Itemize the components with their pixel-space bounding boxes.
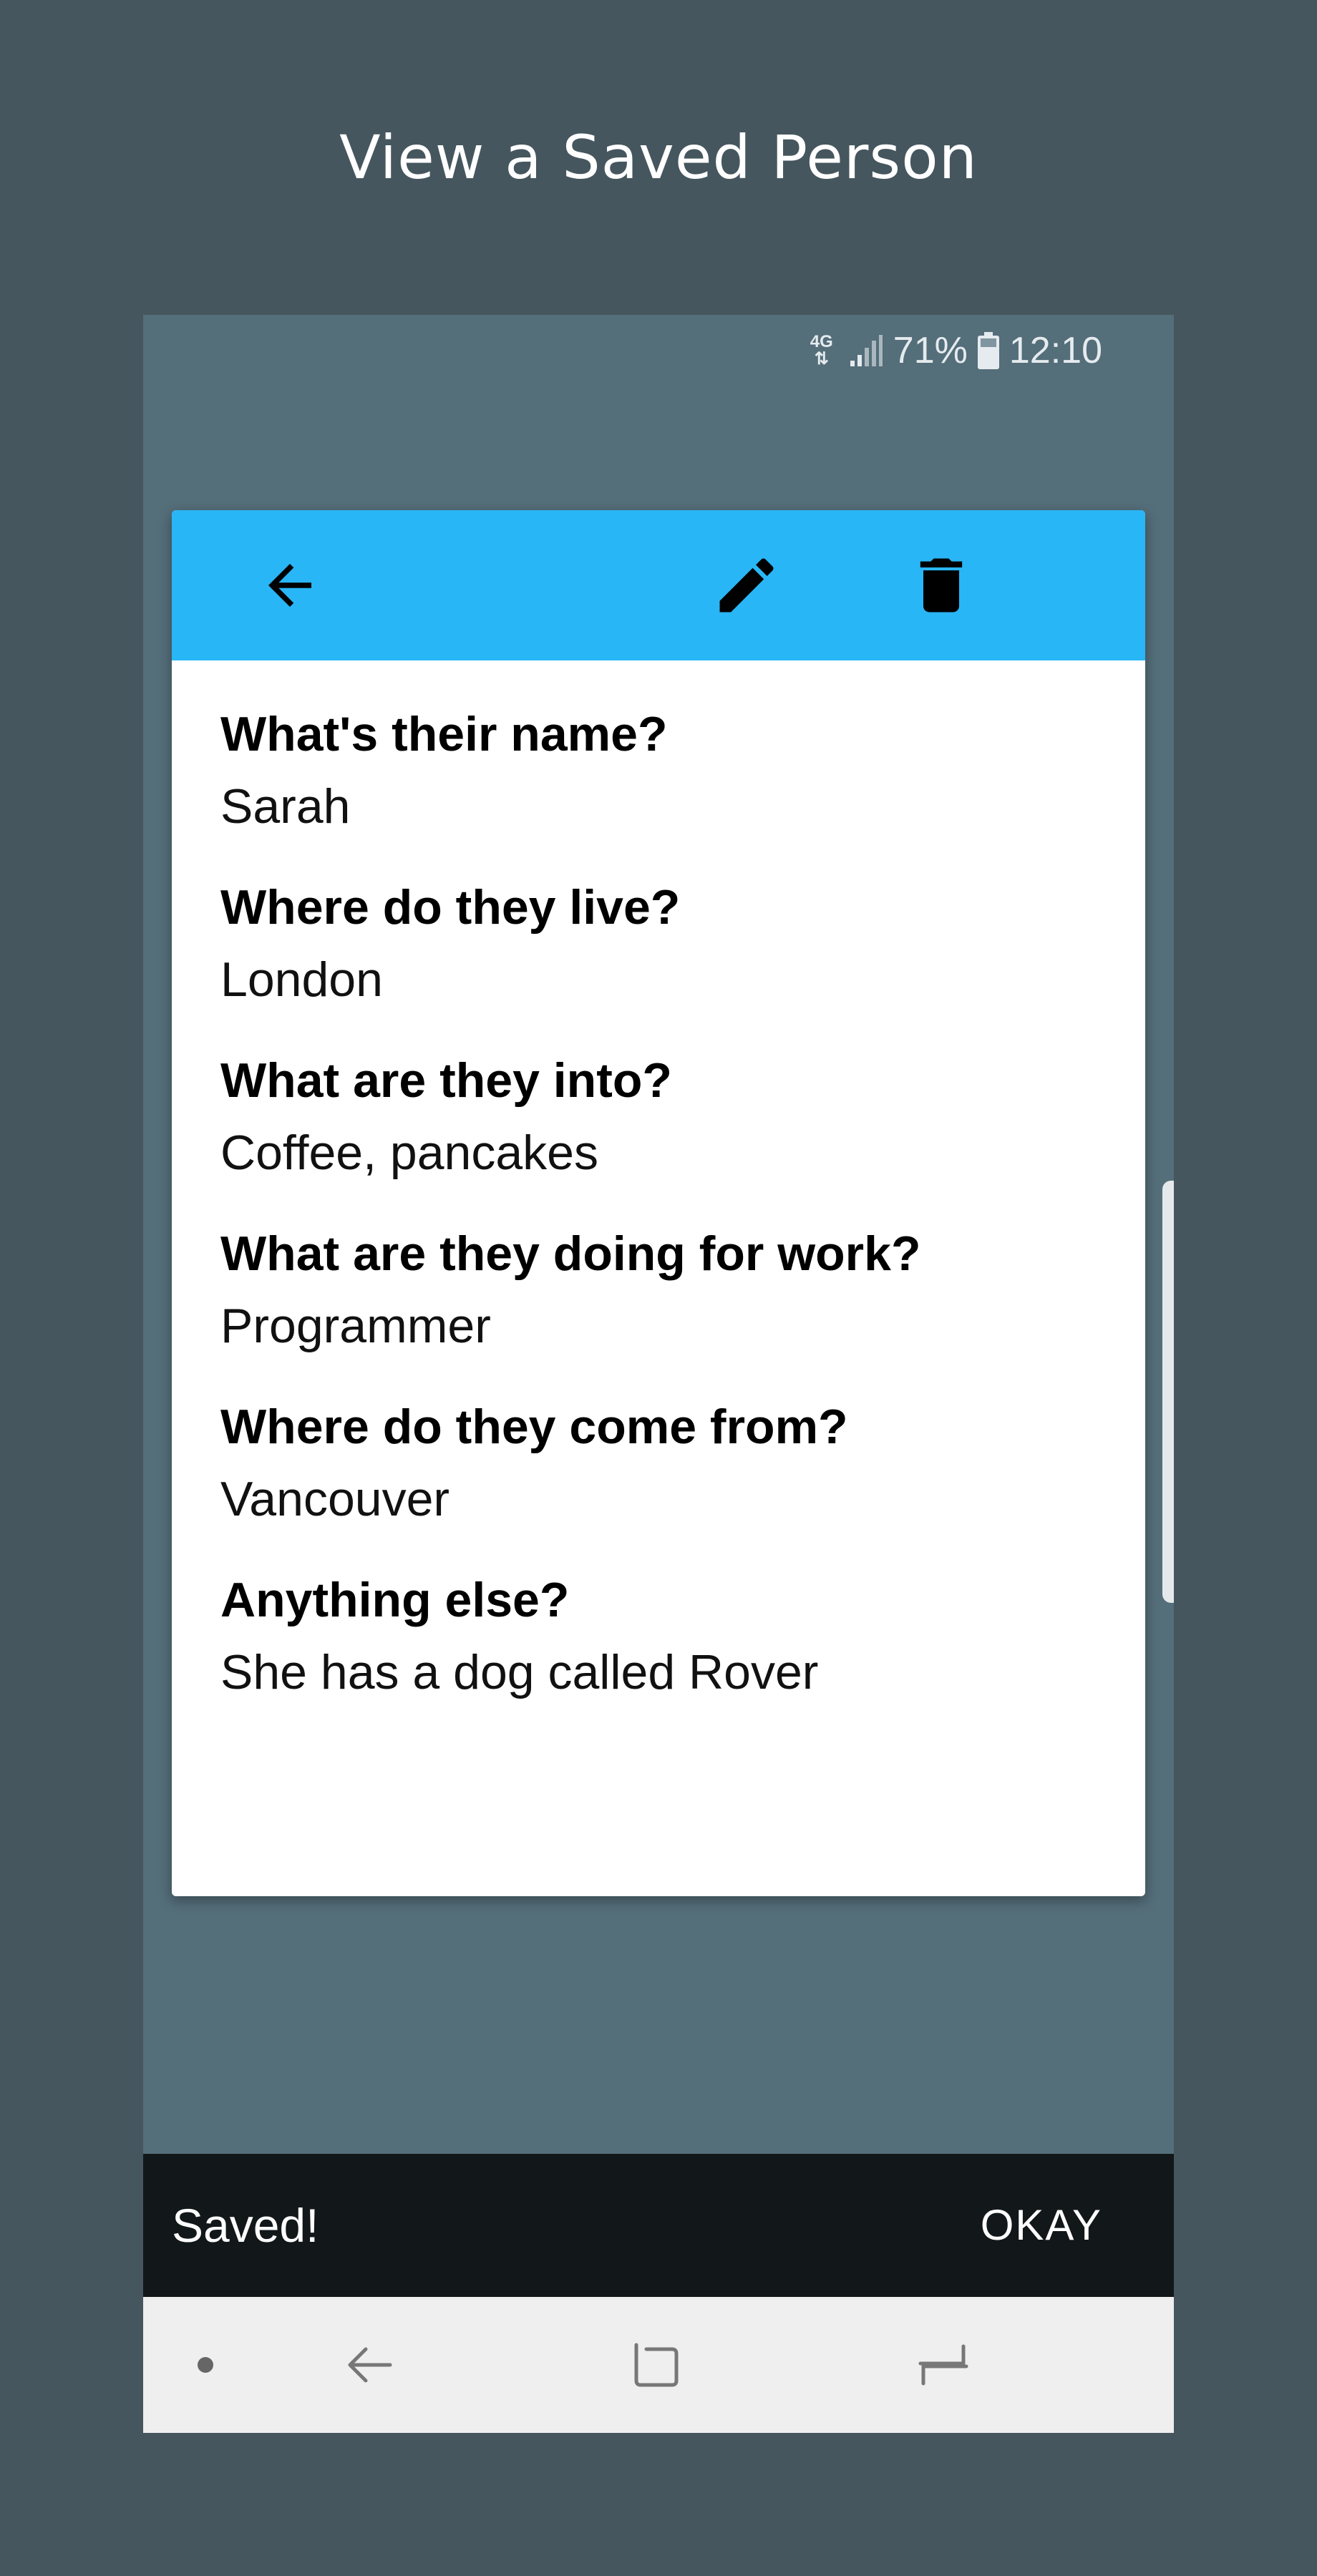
detail-work: What are they doing for work? Programmer bbox=[220, 1221, 1101, 1366]
snackbar-okay-button[interactable]: OKAY bbox=[981, 2154, 1102, 2297]
system-nav-bar bbox=[143, 2297, 1174, 2433]
nav-dot-button[interactable] bbox=[162, 2322, 248, 2408]
question-label: Anything else? bbox=[220, 1573, 570, 1627]
network-type-label: 4G bbox=[810, 332, 833, 351]
delete-trash-icon bbox=[920, 558, 963, 613]
question-label: Where do they live? bbox=[220, 880, 681, 935]
detail-interests: What are they into? Coffee, pancakes bbox=[220, 1048, 1101, 1193]
answer-value: Coffee, pancakes bbox=[220, 1126, 598, 1180]
back-button[interactable] bbox=[247, 542, 333, 628]
dot-icon bbox=[198, 2357, 213, 2373]
data-arrows-icon: ⇅ bbox=[814, 349, 829, 369]
answer-value: Programmer bbox=[220, 1299, 491, 1353]
answer-value: She has a dog called Rover bbox=[220, 1645, 819, 1699]
question-label: Where do they come from? bbox=[220, 1400, 848, 1454]
signal-strength-icon bbox=[850, 335, 883, 366]
battery-percent: 71% bbox=[893, 330, 968, 371]
card-toolbar bbox=[172, 510, 1145, 660]
question-label: What are they into? bbox=[220, 1053, 672, 1108]
phone-screen: 4G ⇅ 71% 12:10 What's their name? Sarah … bbox=[143, 315, 1174, 2433]
snackbar-message: Saved! bbox=[172, 2199, 319, 2252]
clock: 12:10 bbox=[1009, 330, 1102, 371]
detail-origin: Where do they come from? Vancouver bbox=[220, 1395, 1101, 1539]
question-label: What are they doing for work? bbox=[220, 1226, 921, 1281]
network-type-icon: 4G ⇅ bbox=[810, 333, 833, 368]
recents-icon bbox=[918, 2344, 968, 2386]
person-card: What's their name? Sarah Where do they l… bbox=[172, 510, 1145, 1896]
detail-residence: Where do they live? London bbox=[220, 875, 1101, 1020]
nav-back-button[interactable] bbox=[326, 2322, 412, 2408]
snackbar: Saved! OKAY bbox=[143, 2154, 1174, 2297]
edit-button[interactable] bbox=[704, 542, 789, 628]
detail-name: What's their name? Sarah bbox=[220, 702, 1101, 847]
status-indicators: 4G ⇅ 71% 12:10 bbox=[810, 329, 1102, 372]
person-details: What's their name? Sarah Where do they l… bbox=[220, 702, 1101, 1741]
nav-recents-button[interactable] bbox=[900, 2322, 986, 2408]
nav-home-button[interactable] bbox=[613, 2322, 699, 2408]
answer-value: Vancouver bbox=[220, 1472, 450, 1526]
battery-icon bbox=[977, 332, 999, 369]
answer-value: Sarah bbox=[220, 779, 351, 834]
scroll-handle[interactable] bbox=[1162, 1181, 1174, 1603]
answer-value: London bbox=[220, 952, 383, 1007]
page-title: View a Saved Person bbox=[339, 122, 978, 192]
detail-other: Anything else? She has a dog called Rove… bbox=[220, 1568, 1101, 1712]
delete-button[interactable] bbox=[898, 542, 984, 628]
back-arrow-icon bbox=[268, 564, 311, 607]
question-label: What's their name? bbox=[220, 707, 668, 761]
edit-pencil-icon bbox=[719, 558, 774, 613]
nav-back-icon bbox=[348, 2347, 392, 2383]
status-bar: 4G ⇅ 71% 12:10 bbox=[143, 315, 1174, 386]
home-square-icon bbox=[634, 2343, 679, 2387]
